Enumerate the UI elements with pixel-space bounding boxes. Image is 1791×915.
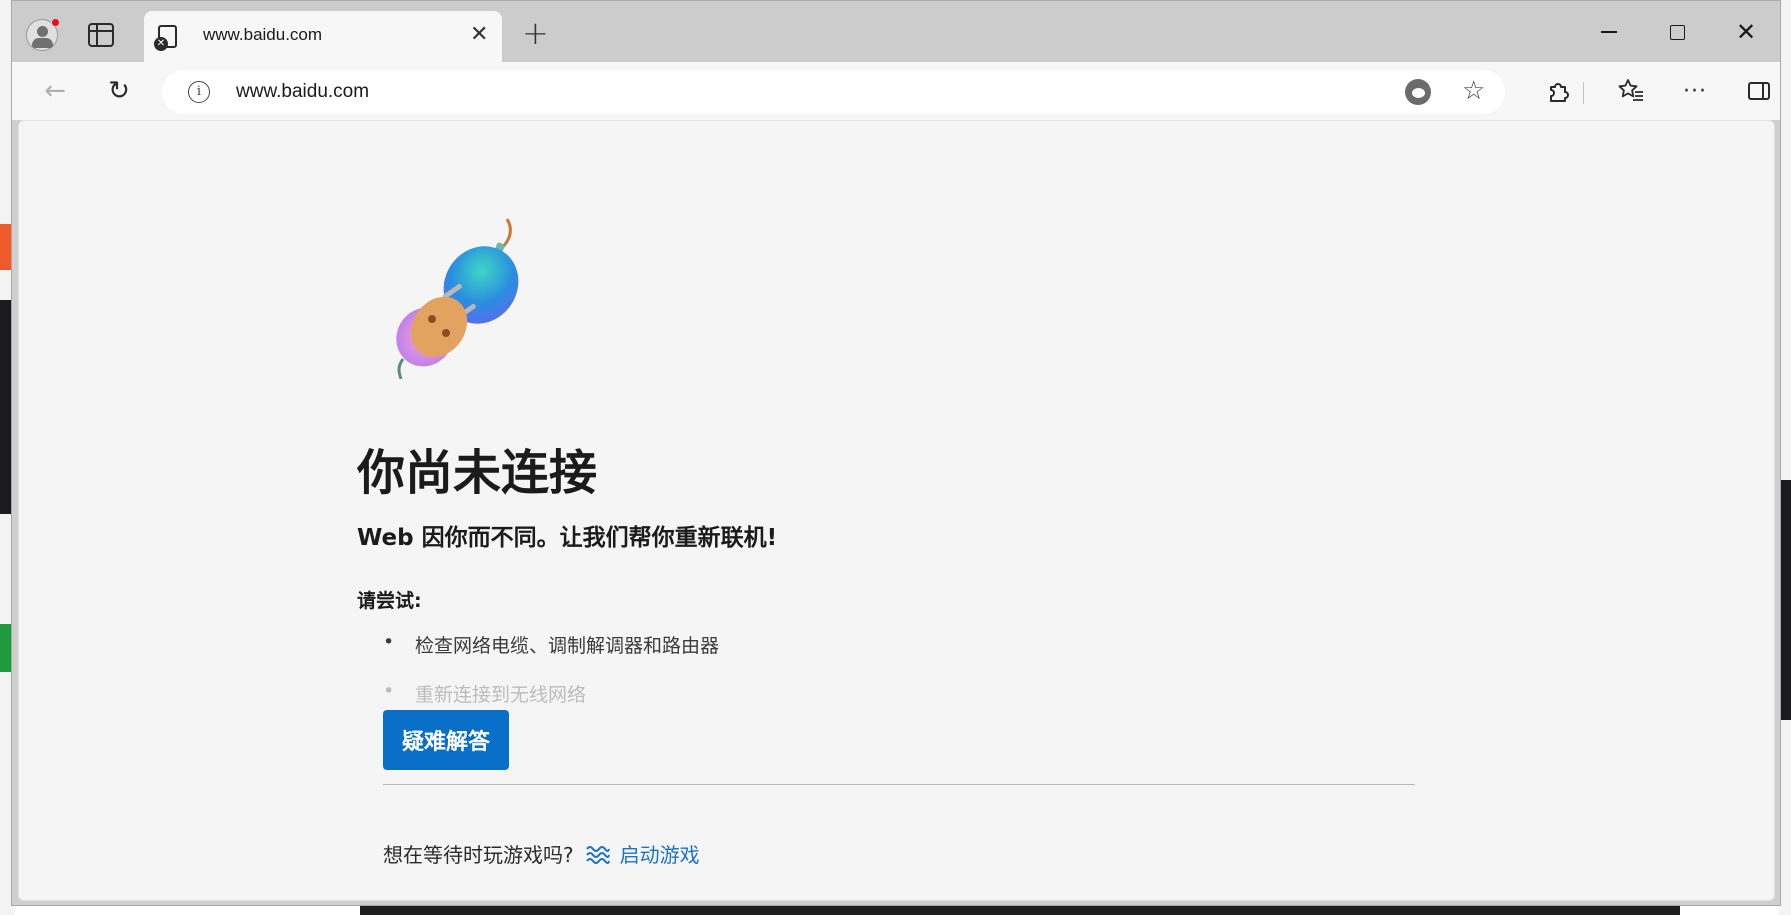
surf-icon[interactable] (585, 844, 610, 864)
back-icon[interactable]: ← (36, 72, 74, 110)
toolbar-separator (1583, 82, 1584, 104)
title-bar: ✕ www.baidu.com ✕ + ✕ (12, 1, 1780, 62)
error-page: 你尚未连接 Web 因你而不同。让我们帮你重新联机! 请尝试: 检查网络电缆、调… (18, 120, 1775, 901)
list-item: 检查网络电缆、调制解调器和路由器 (383, 631, 719, 658)
star-icon[interactable]: ☆ (1462, 76, 1485, 106)
page-title: 你尚未连接 (357, 445, 598, 501)
address-bar[interactable]: i www.baidu.com ☆ (162, 70, 1505, 114)
notification-dot (51, 18, 60, 27)
avatar-body (32, 38, 53, 48)
browser-tab[interactable]: ✕ www.baidu.com ✕ (144, 11, 502, 62)
more-icon[interactable]: ··· (1676, 72, 1714, 110)
info-icon[interactable]: i (188, 81, 210, 103)
tab-title: www.baidu.com (203, 25, 323, 44)
toolbar: ← ↻ i www.baidu.com ☆ ··· (12, 62, 1780, 120)
close-icon[interactable]: ✕ (1723, 15, 1769, 49)
troubleshoot-button[interactable]: 疑难解答 (383, 710, 509, 770)
error-badge-icon: ✕ (154, 37, 168, 51)
page-error-icon: ✕ (154, 25, 177, 51)
minimize-icon[interactable] (1586, 15, 1632, 49)
page-subtitle: Web 因你而不同。让我们帮你重新联机! (357, 525, 778, 551)
unplugged-illustration (396, 218, 519, 379)
launch-game-link[interactable]: 启动游戏 (620, 839, 700, 868)
tab-actions-icon[interactable] (88, 23, 114, 47)
avatar-head (37, 26, 48, 37)
profile-avatar[interactable] (26, 18, 60, 51)
favorites-icon[interactable] (1612, 72, 1650, 110)
browser-window: ✕ www.baidu.com ✕ + ✕ ← ↻ i www.baidu.co… (11, 0, 1781, 906)
suggestions-label: 请尝试: (357, 590, 422, 612)
url-text[interactable]: www.baidu.com (236, 81, 369, 103)
list-item: 重新连接到无线网络 (383, 680, 719, 707)
edge-icon[interactable] (1405, 79, 1431, 105)
sidebar-icon[interactable] (1740, 72, 1778, 110)
maximize-icon[interactable] (1654, 15, 1700, 49)
extensions-icon[interactable] (1540, 72, 1578, 110)
close-icon[interactable]: ✕ (470, 24, 488, 46)
refresh-icon[interactable]: ↻ (100, 72, 138, 110)
game-prompt-text: 想在等待时玩游戏吗? (383, 843, 574, 867)
plus-icon[interactable]: + (522, 17, 549, 49)
divider (383, 784, 1415, 785)
game-prompt-row: 想在等待时玩游戏吗? 启动游戏 (383, 839, 700, 868)
